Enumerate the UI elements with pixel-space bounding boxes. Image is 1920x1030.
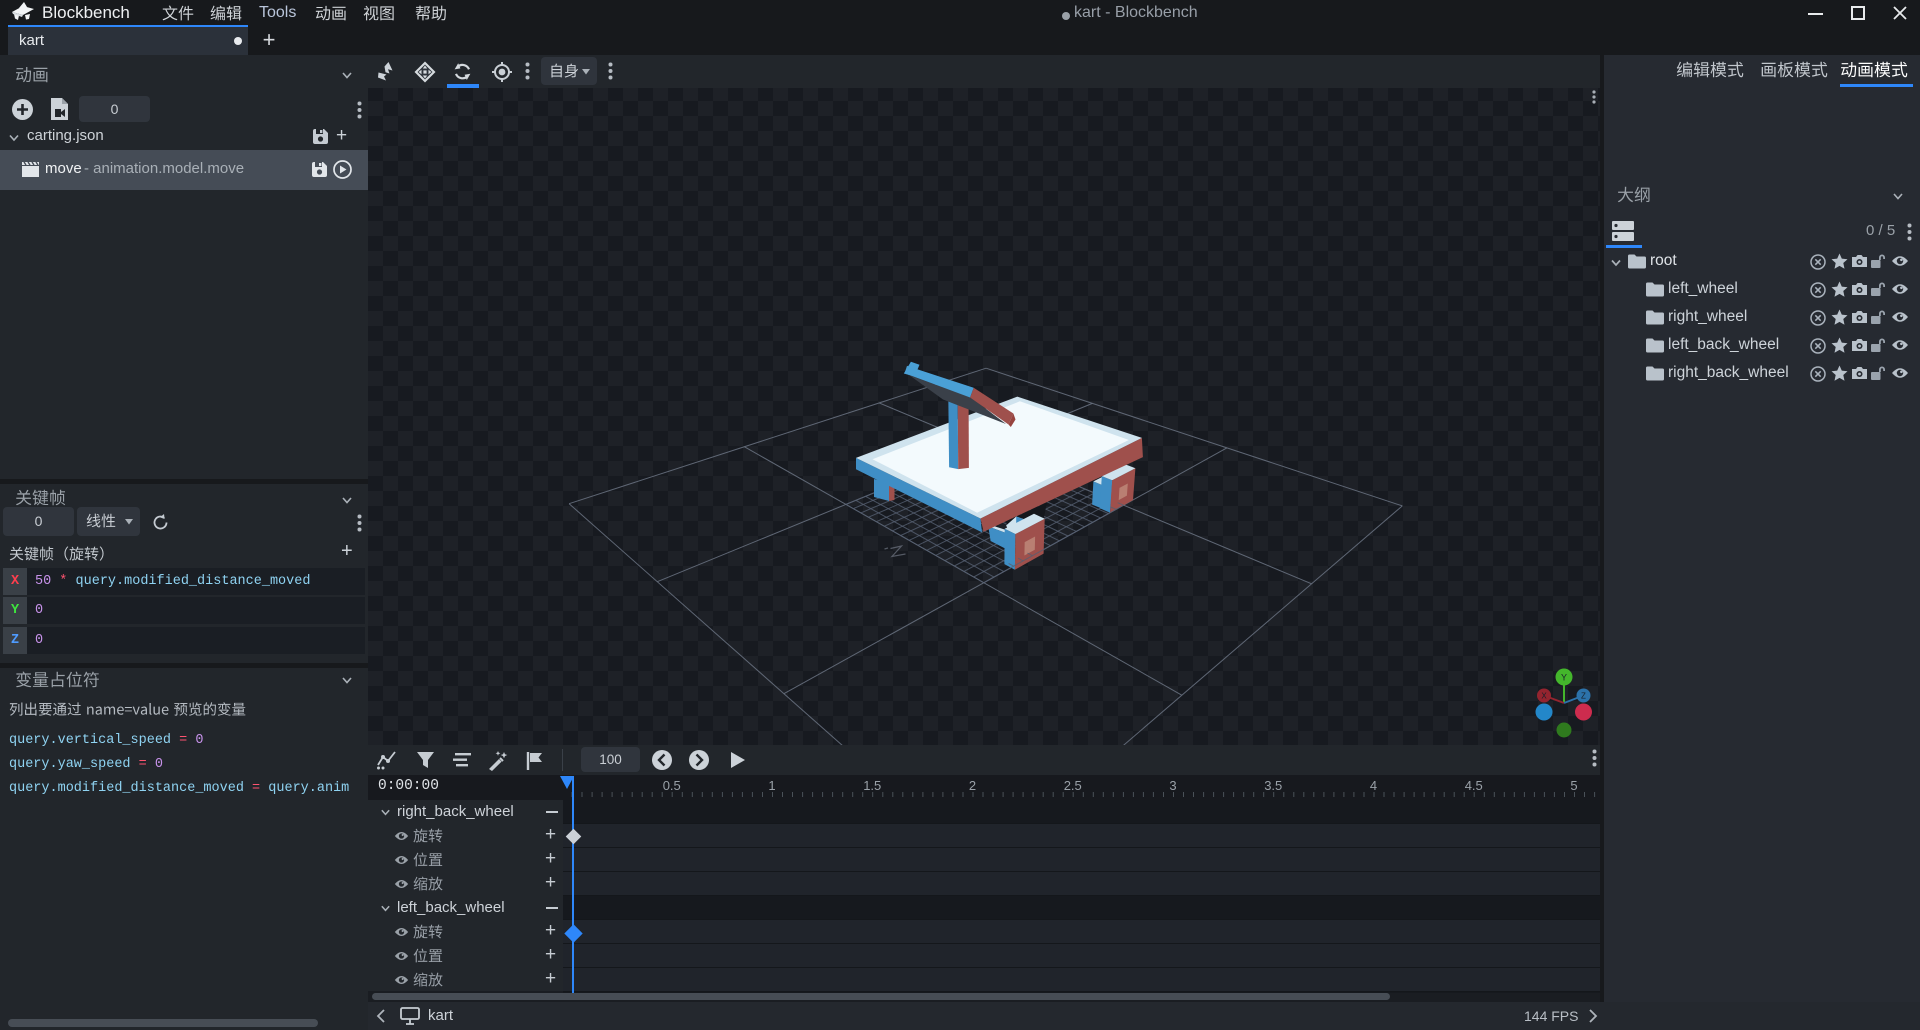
svg-text:Z: Z [1581, 692, 1586, 701]
svg-text:Y: Y [1561, 673, 1567, 683]
svg-text:X: X [1541, 692, 1547, 701]
